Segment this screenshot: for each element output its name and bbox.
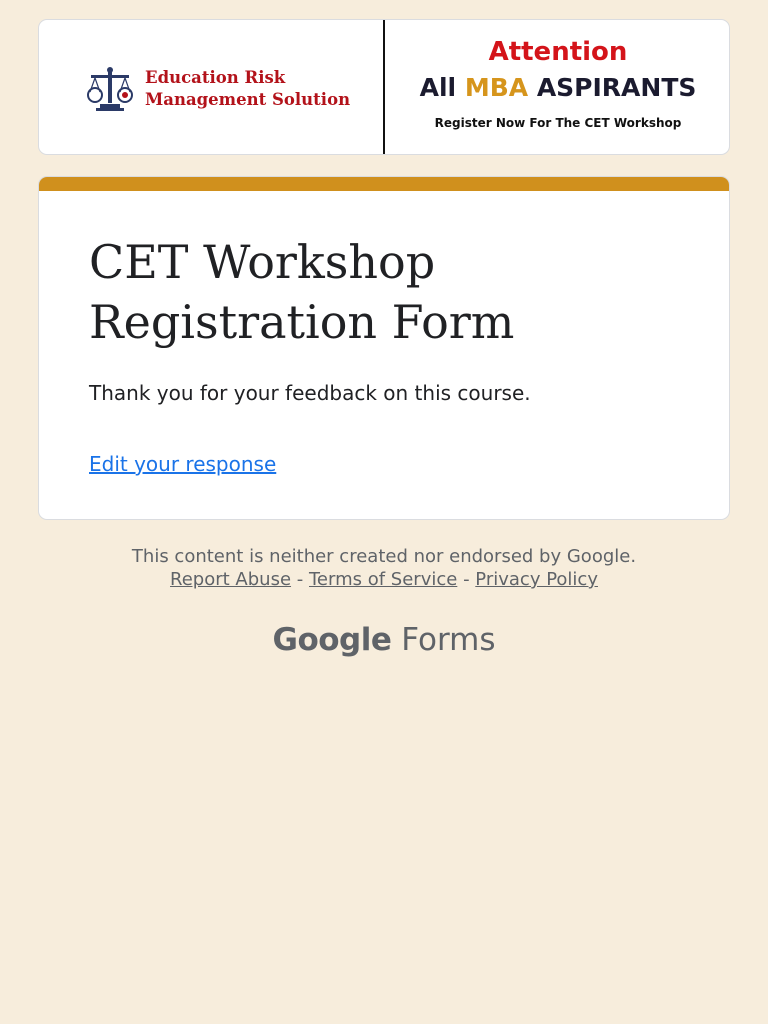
scales-of-justice-icon <box>87 67 133 111</box>
report-abuse-link[interactable]: Report Abuse <box>170 569 291 590</box>
footer: This content is neither created nor endo… <box>0 545 768 591</box>
privacy-policy-link[interactable]: Privacy Policy <box>475 569 598 590</box>
footer-separator: - <box>296 569 304 590</box>
audience-suffix: ASPIRANTS <box>536 73 697 102</box>
footer-disclaimer: This content is neither created nor endo… <box>131 546 637 567</box>
form-confirmation-card: CET Workshop Registration Form Thank you… <box>38 176 730 520</box>
edit-response-link[interactable]: Edit your response <box>89 452 276 476</box>
banner-attention-heading: Attention <box>488 37 628 67</box>
audience-highlight: MBA <box>464 73 529 102</box>
banner-promo-area: Attention All MBA ASPIRANTS Register Now… <box>385 20 729 154</box>
google-wordmark: Google <box>272 622 392 658</box>
banner-audience-line: All MBA ASPIRANTS <box>385 73 729 102</box>
form-title: CET Workshop Registration Form <box>89 235 515 349</box>
audience-prefix: All <box>419 73 457 102</box>
header-banner-image: Education Risk Management Solution Atten… <box>38 19 730 155</box>
banner-logo-area: Education Risk Management Solution <box>39 20 383 154</box>
confirmation-message: Thank you for your feedback on this cour… <box>89 381 531 405</box>
brand-name: Education Risk Management Solution <box>145 68 351 109</box>
forms-wordmark: Forms <box>401 622 496 658</box>
footer-separator: - <box>463 569 470 590</box>
footer-links: Report Abuse - Terms of Service - Privac… <box>0 568 768 591</box>
banner-register-text: Register Now For The CET Workshop <box>434 116 682 130</box>
terms-of-service-link[interactable]: Terms of Service <box>309 569 457 590</box>
google-forms-logo[interactable]: Google Forms <box>0 622 768 658</box>
card-accent-bar <box>39 177 729 191</box>
